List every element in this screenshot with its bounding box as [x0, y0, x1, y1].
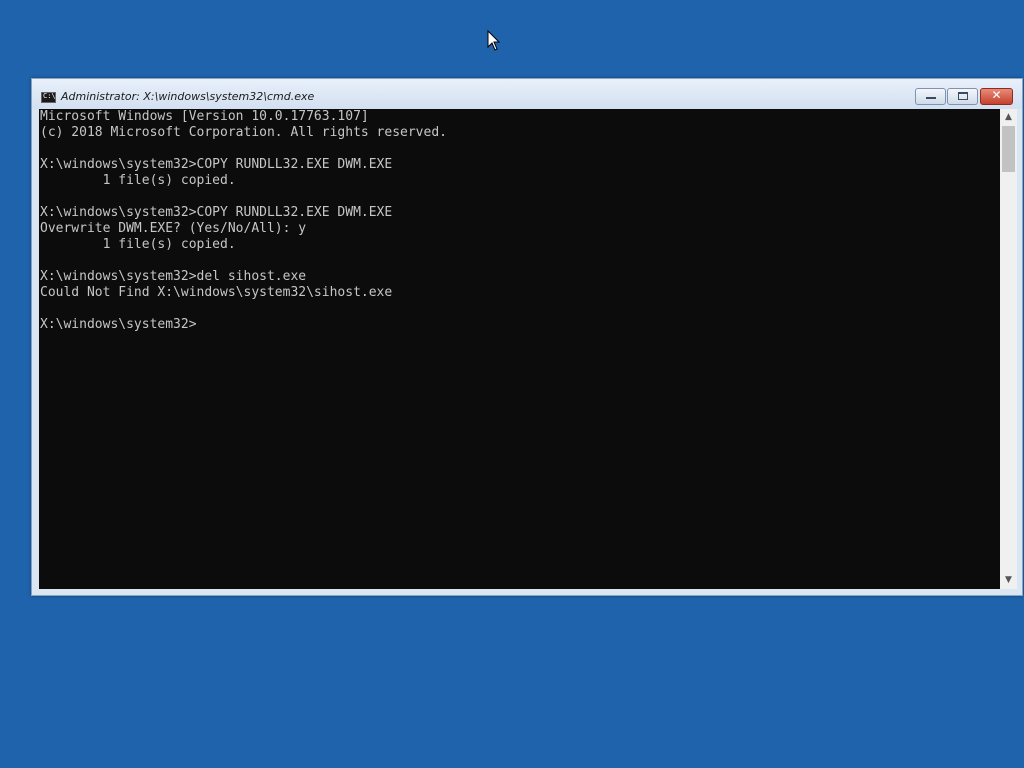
mouse-cursor-icon	[487, 30, 501, 51]
title-bar[interactable]: C:\ Administrator: X:\windows\system32\c…	[32, 79, 1022, 109]
vertical-scrollbar[interactable]: ▲ ▼	[1000, 109, 1017, 589]
scroll-thumb[interactable]	[1002, 126, 1015, 172]
window-title: Administrator: X:\windows\system32\cmd.e…	[61, 90, 315, 103]
cmd-icon: C:\	[41, 92, 56, 103]
console-line: X:\windows\system32>COPY RUNDLL32.EXE DW…	[40, 157, 393, 172]
scroll-down-arrow-icon[interactable]: ▼	[1000, 572, 1017, 589]
console-line: X:\windows\system32>del sihost.exe	[40, 269, 307, 284]
console-line	[39, 189, 1000, 205]
cmd-window[interactable]: C:\ Administrator: X:\windows\system32\c…	[31, 78, 1023, 596]
close-icon: ✕	[991, 88, 1002, 102]
console-line: 1 file(s) copied.	[40, 173, 236, 188]
minimize-icon	[926, 97, 936, 99]
console-line: X:\windows\system32>COPY RUNDLL32.EXE DW…	[40, 205, 393, 220]
console-line: (c) 2018 Microsoft Corporation. All righ…	[40, 125, 447, 140]
command-prompt[interactable]: X:\windows\system32>	[39, 317, 1000, 333]
console-line	[39, 301, 1000, 317]
console-output[interactable]: Microsoft Windows [Version 10.0.17763.10…	[39, 109, 1000, 589]
close-button[interactable]: ✕	[980, 88, 1013, 105]
minimize-button[interactable]	[915, 88, 946, 105]
console-line: Could Not Find X:\windows\system32\sihos…	[40, 285, 393, 300]
console-line: Overwrite DWM.EXE? (Yes/No/All): y	[40, 221, 307, 236]
maximize-icon	[958, 92, 968, 100]
maximize-button[interactable]	[947, 88, 978, 105]
console-line: 1 file(s) copied.	[40, 237, 236, 252]
scroll-up-arrow-icon[interactable]: ▲	[1000, 109, 1017, 126]
console-line	[39, 253, 1000, 269]
console-line	[39, 141, 1000, 157]
console-line: Microsoft Windows [Version 10.0.17763.10…	[40, 109, 369, 124]
